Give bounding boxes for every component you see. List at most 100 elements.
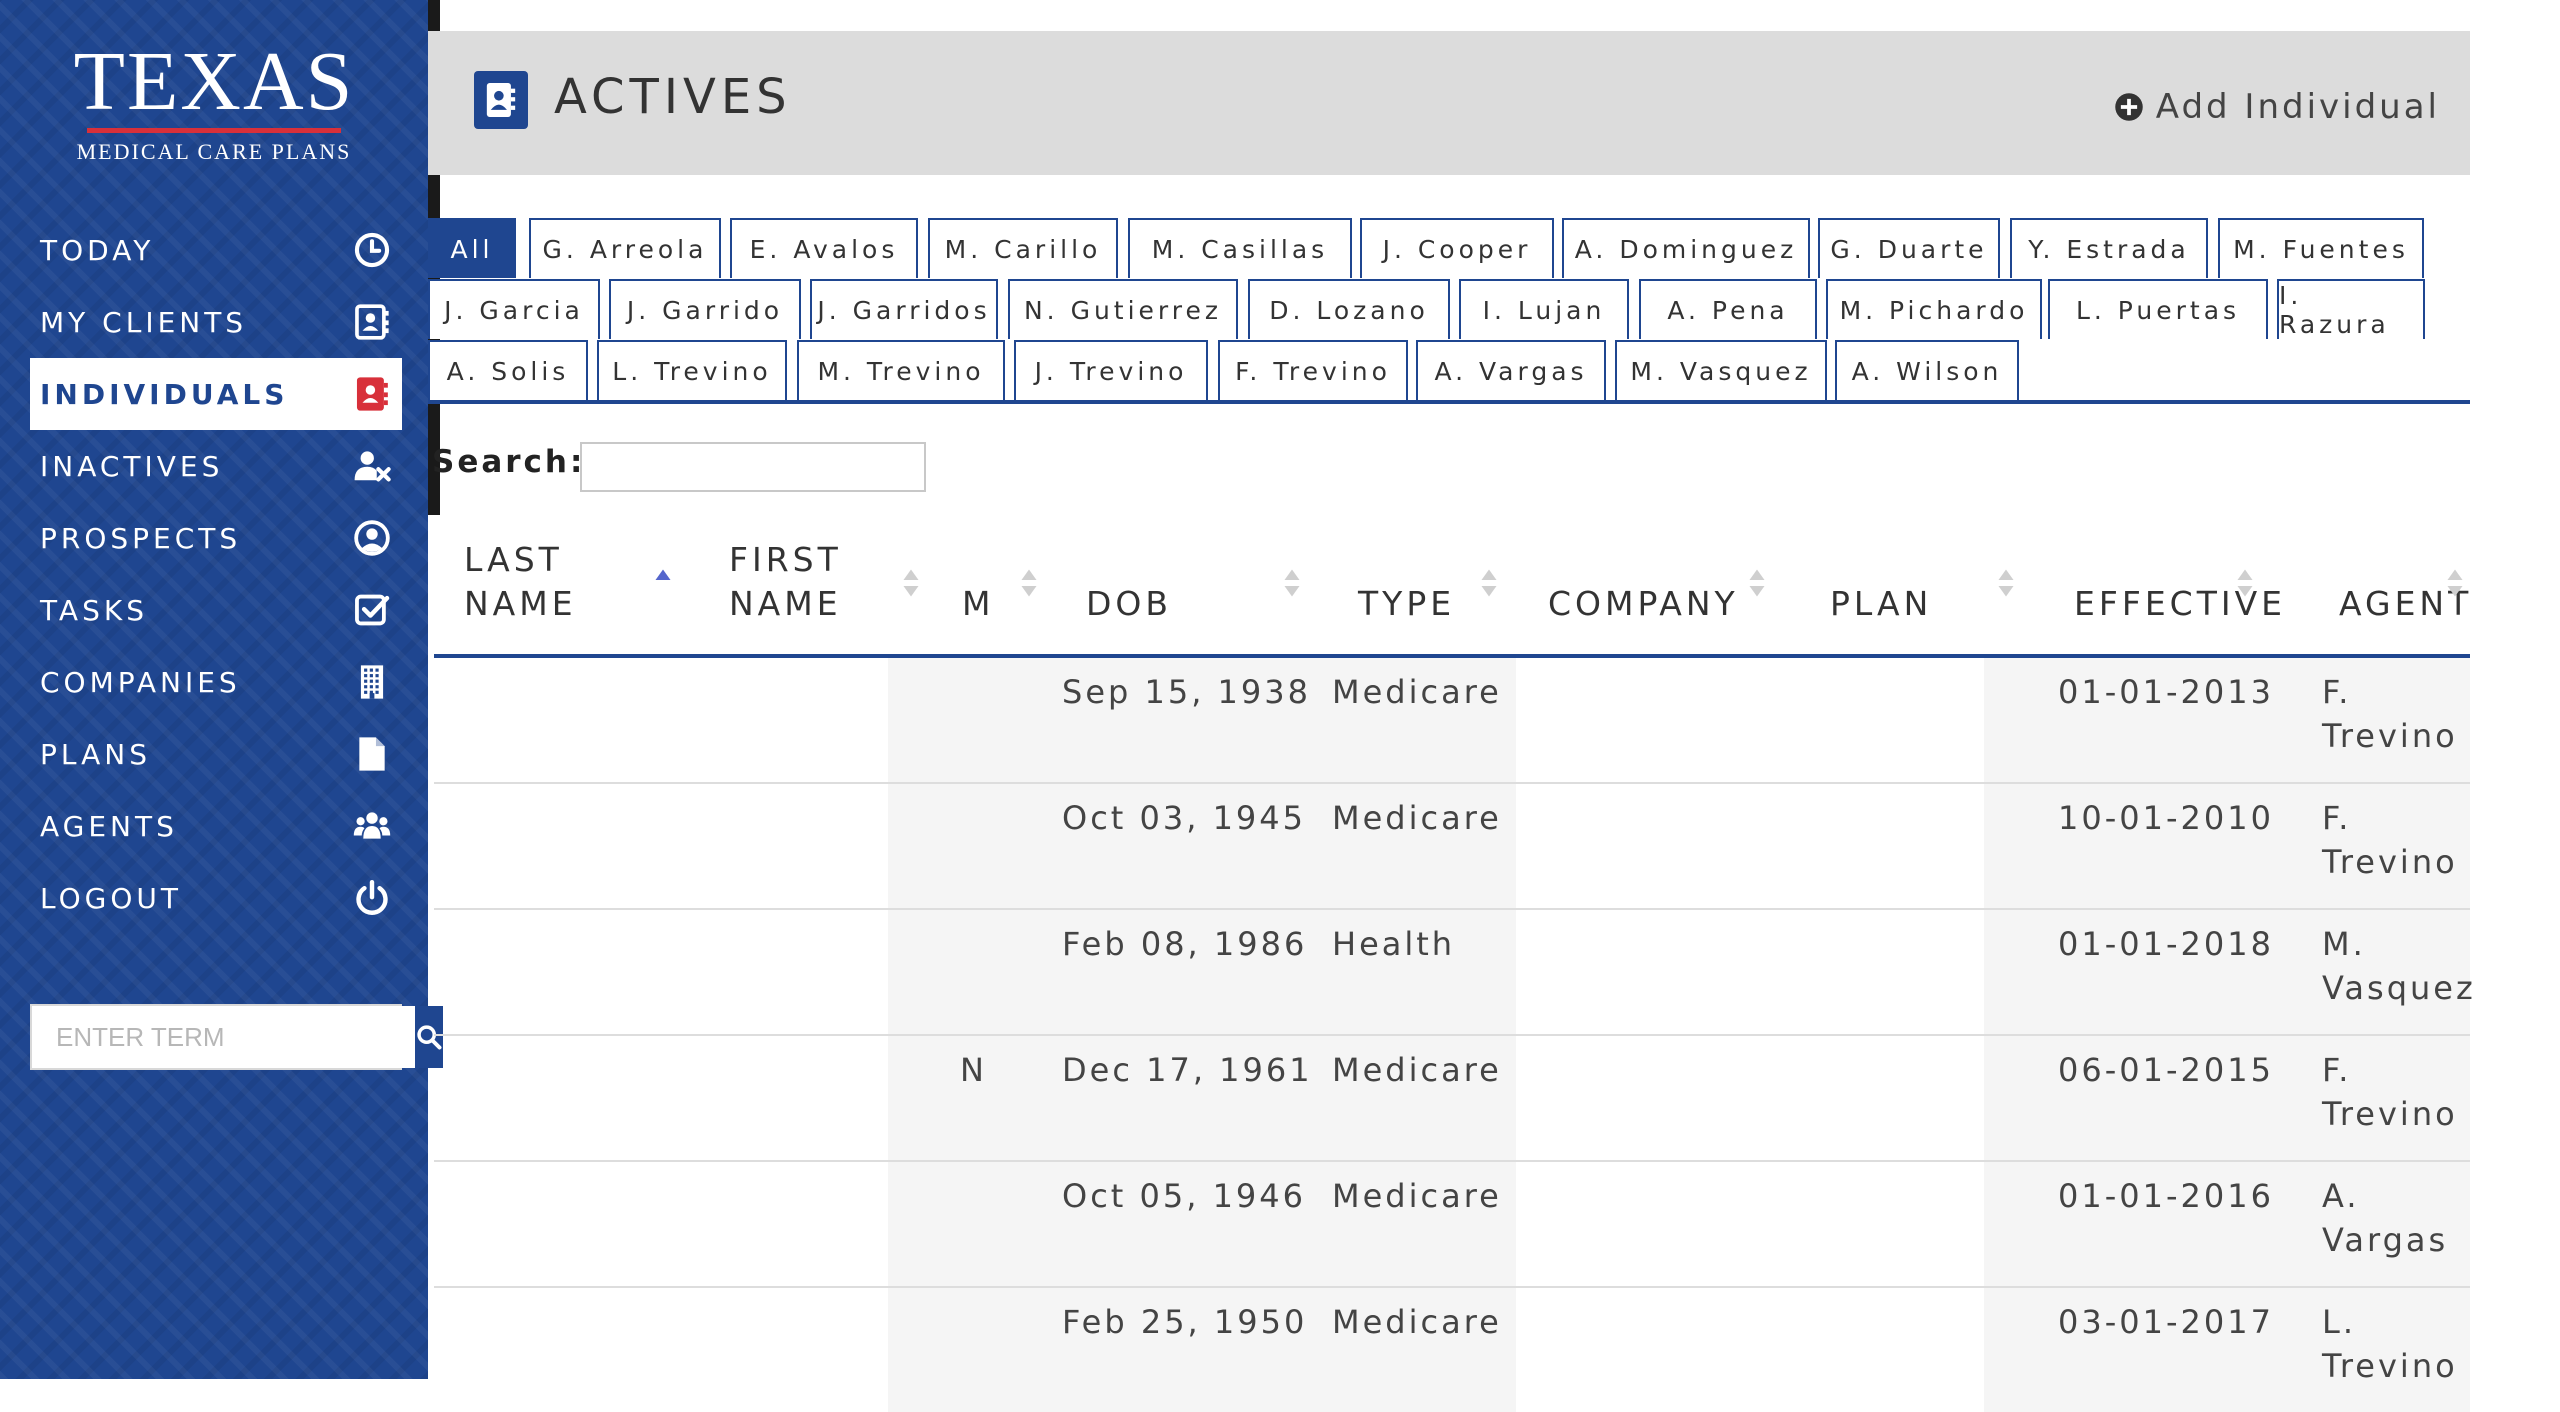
- nav-item-my-clients[interactable]: MY CLIENTS: [30, 286, 402, 358]
- agent-tab[interactable]: J. Garrido: [609, 279, 801, 339]
- agent-tab[interactable]: A. Wilson: [1835, 340, 2019, 400]
- sort-icon[interactable]: [1283, 568, 1301, 598]
- agent-tab[interactable]: M. Casillas: [1128, 218, 1352, 278]
- cell-dob: Sep 15, 1938: [1062, 673, 1311, 711]
- agent-tab[interactable]: I. Razura: [2277, 279, 2425, 339]
- cell-agent-surname: Trevino: [2322, 1347, 2458, 1385]
- page-title: ACTIVES: [554, 69, 792, 125]
- column-header-last[interactable]: NAME: [464, 582, 577, 626]
- agent-tab[interactable]: A. Pena: [1639, 279, 1817, 339]
- sidebar: TEXAS MEDICAL CARE PLANS TODAY MY CLIENTS…: [0, 0, 443, 1379]
- column-header-first[interactable]: NAME: [729, 582, 842, 626]
- sort-ascending-icon[interactable]: [654, 568, 672, 598]
- nav-item-plans[interactable]: PLANS: [30, 718, 402, 790]
- sort-icon[interactable]: [902, 568, 920, 598]
- add-individual-button[interactable]: Add Individual: [2114, 87, 2440, 127]
- add-individual-label: Add Individual: [2155, 87, 2440, 127]
- cell-effective: 03-01-2017: [2058, 1303, 2274, 1341]
- agent-tab[interactable]: M. Fuentes: [2218, 218, 2424, 278]
- nav-item-individuals[interactable]: INDIVIDUALS: [30, 358, 402, 430]
- nav-item-label: AGENTS: [40, 809, 178, 843]
- column-header-effective[interactable]: EFFECTIVE: [2074, 582, 2286, 626]
- brand-logo[interactable]: TEXAS MEDICAL CARE PLANS: [0, 38, 428, 165]
- agent-tab[interactable]: I. Lujan: [1459, 279, 1629, 339]
- cell-dob: Feb 08, 1986: [1062, 925, 1308, 963]
- agent-tab[interactable]: J. Cooper: [1360, 218, 1554, 278]
- cell-dob: Oct 03, 1945: [1062, 799, 1306, 837]
- table-search-input[interactable]: [580, 442, 926, 492]
- nav-item-tasks[interactable]: TASKS: [30, 574, 402, 646]
- agent-tab[interactable]: Y. Estrada: [2010, 218, 2208, 278]
- agent-tab[interactable]: G. Arreola: [529, 218, 721, 278]
- agent-tab[interactable]: L. Puertas: [2048, 279, 2268, 339]
- nav-item-agents[interactable]: AGENTS: [30, 790, 402, 862]
- table-row[interactable]: Sep 15, 1938 Medicare 01-01-2013 F. Trevino: [434, 658, 2470, 784]
- cell-agent-initial: F.: [2322, 673, 2352, 711]
- cell-type: Medicare: [1332, 1051, 1502, 1089]
- sidebar-search: [30, 1004, 443, 1070]
- agent-tab[interactable]: D. Lozano: [1248, 279, 1450, 339]
- cell-agent: M. Vasquez: [2322, 922, 2476, 1010]
- table-row[interactable]: Feb 25, 1950 Medicare 03-01-2017 L. Trevino: [434, 1288, 2470, 1412]
- column-header-first-line1[interactable]: FIRST: [729, 538, 842, 582]
- checkbox-icon: [352, 590, 392, 630]
- cell-m: N: [960, 1051, 987, 1089]
- agent-tab[interactable]: A. Vargas: [1416, 340, 1606, 400]
- sort-icon[interactable]: [1748, 568, 1766, 598]
- sort-icon[interactable]: [1480, 568, 1498, 598]
- nav-item-today[interactable]: TODAY: [30, 214, 402, 286]
- nav-item-companies[interactable]: COMPANIES: [30, 646, 402, 718]
- nav-item-inactives[interactable]: INACTIVES: [30, 430, 402, 502]
- cell-agent-surname: Vasquez: [2322, 969, 2476, 1007]
- sidebar-search-input[interactable]: [32, 1006, 415, 1068]
- column-header-plan[interactable]: PLAN: [1830, 582, 1932, 626]
- agent-tab[interactable]: M. Vasquez: [1615, 340, 1827, 400]
- nav-item-label: PLANS: [40, 737, 151, 771]
- brand-rule: [87, 128, 341, 133]
- sort-icon[interactable]: [2236, 568, 2254, 598]
- agent-tab[interactable]: A. Dominguez: [1562, 218, 1810, 278]
- agent-tab[interactable]: A. Solis: [428, 340, 588, 400]
- agent-tab[interactable]: N. Gutierrez: [1008, 279, 1238, 339]
- cell-agent-initial: L.: [2322, 1303, 2356, 1341]
- nav-item-prospects[interactable]: PROSPECTS: [30, 502, 402, 574]
- agent-tab[interactable]: L. Trevino: [597, 340, 787, 400]
- column-header-company[interactable]: COMPANY: [1548, 582, 1739, 626]
- agent-tab[interactable]: M. Carillo: [928, 218, 1118, 278]
- nav-item-label: INDIVIDUALS: [40, 377, 289, 411]
- agent-tab[interactable]: F. Trevino: [1218, 340, 1408, 400]
- address-book-icon: [352, 374, 392, 414]
- agent-tab[interactable]: G. Duarte: [1818, 218, 2000, 278]
- agent-tab[interactable]: M. Trevino: [797, 340, 1005, 400]
- column-header-last-line1[interactable]: LAST: [464, 538, 563, 582]
- agent-tab[interactable]: J. Garridos: [810, 279, 998, 339]
- agent-tab[interactable]: J. Trevino: [1014, 340, 1208, 400]
- cell-type: Health: [1332, 925, 1456, 963]
- nav-item-label: COMPANIES: [40, 665, 241, 699]
- column-header-m[interactable]: M: [962, 582, 994, 626]
- sort-icon[interactable]: [1997, 568, 2015, 598]
- table-header: LAST NAME FIRST NAME M DOB TYPE COMPANY PLAN EFFE…: [434, 530, 2470, 658]
- column-header-type[interactable]: TYPE: [1358, 582, 1455, 626]
- nav-item-label: LOGOUT: [40, 881, 182, 915]
- table-row[interactable]: N Dec 17, 1961 Medicare 06-01-2015 F. Trevino: [434, 1036, 2470, 1162]
- agent-tab[interactable]: All: [428, 218, 516, 278]
- nav-item-logout[interactable]: LOGOUT: [30, 862, 402, 934]
- plus-circle-icon: [2115, 93, 2143, 121]
- agent-tab[interactable]: E. Avalos: [730, 218, 918, 278]
- table-row[interactable]: Feb 08, 1986 Health 01-01-2018 M. Vasquez: [434, 910, 2473, 1036]
- agent-tab[interactable]: J. Garcia: [428, 279, 600, 339]
- sort-icon[interactable]: [1020, 568, 1038, 598]
- user-circle-icon: [352, 518, 392, 558]
- cell-effective: 01-01-2016: [2058, 1177, 2274, 1215]
- individuals-table: LAST NAME FIRST NAME M DOB TYPE COMPANY PLAN EFFE…: [434, 530, 2473, 1412]
- agent-filter-tabs: All G. Arreola E. Avalos M. Carillo M. Casil…: [428, 218, 2470, 404]
- table-row[interactable]: Oct 05, 1946 Medicare 01-01-2016 A. Vargas: [434, 1162, 2470, 1288]
- sort-icon[interactable]: [2446, 568, 2464, 598]
- brand-subtitle: MEDICAL CARE PLANS: [76, 139, 352, 164]
- table-row[interactable]: Oct 03, 1945 Medicare 10-01-2010 F. Trevino: [434, 784, 2470, 910]
- agent-tab[interactable]: M. Pichardo: [1826, 279, 2042, 339]
- table-body: Sep 15, 1938 Medicare 01-01-2013 F. Trevino O…: [434, 658, 2473, 1412]
- clock-icon: [352, 230, 392, 270]
- column-header-dob[interactable]: DOB: [1086, 582, 1172, 626]
